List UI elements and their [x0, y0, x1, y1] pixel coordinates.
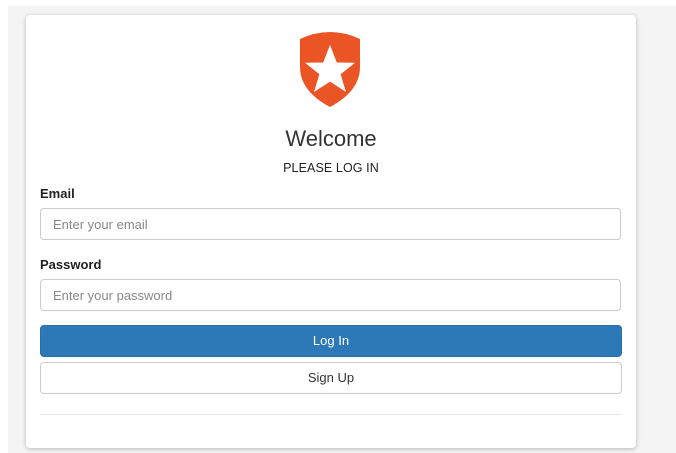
email-field[interactable] [40, 208, 621, 240]
login-card: Welcome PLEASE LOG IN Email Password Log… [26, 15, 636, 448]
email-label: Email [40, 186, 75, 201]
auth0-logo-icon [300, 32, 360, 107]
password-field[interactable] [40, 279, 621, 311]
page-title: Welcome [285, 126, 377, 151]
signup-button[interactable]: Sign Up [40, 362, 622, 394]
divider [40, 414, 622, 415]
password-label: Password [40, 257, 102, 272]
login-button[interactable]: Log In [40, 325, 622, 357]
page-subtitle: PLEASE LOG IN [283, 161, 379, 175]
